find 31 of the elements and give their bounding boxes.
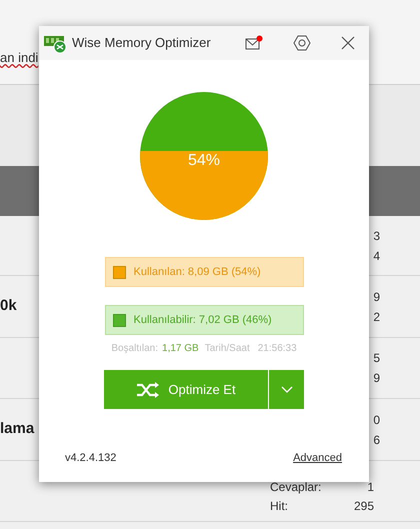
legend-item: Kullanılan: 8,09 GB (54%) — [104, 257, 304, 287]
shuffle-icon — [136, 382, 160, 398]
window-title: Wise Memory Optimizer — [72, 34, 211, 52]
stat-label: Hit: — [270, 498, 288, 515]
memory-chip-icon — [43, 33, 67, 53]
topic-title[interactable]: lama — [0, 418, 34, 441]
memory-percent: 54% — [188, 152, 220, 169]
stat-value: 5 — [373, 350, 380, 367]
stat-value: 0 — [373, 412, 380, 428]
stat-value: 6 — [373, 432, 380, 448]
advanced-link[interactable]: Advanced — [293, 450, 342, 466]
settings-icon[interactable] — [293, 34, 311, 52]
page-text: an indi — [0, 49, 38, 67]
time-value: 21:56:33 — [258, 342, 297, 356]
close-icon[interactable] — [341, 36, 355, 50]
stat-value: 1 — [367, 479, 374, 496]
freed-value: 1,17 GB — [162, 342, 199, 356]
chevron-down-icon — [280, 386, 292, 394]
topic-title[interactable]: 0k — [0, 295, 17, 318]
freed-label: Boşaltılan: — [111, 342, 158, 356]
mail-icon[interactable] — [245, 35, 263, 51]
stat-value: 4 — [373, 248, 380, 264]
legend-item: Kullanılabilir: 7,02 GB (46%) — [104, 305, 304, 335]
stat-value: 9 — [373, 288, 380, 306]
stat-value: 295 — [354, 498, 374, 515]
stat-label: Cevaplar: — [270, 479, 322, 496]
stat-value: 3 — [373, 228, 380, 244]
time-label: Tarih/Saat — [204, 342, 250, 356]
stat-value: 2 — [373, 308, 380, 326]
version-text: v4.2.4.132 — [65, 450, 116, 466]
stat-value: 9 — [373, 370, 380, 387]
